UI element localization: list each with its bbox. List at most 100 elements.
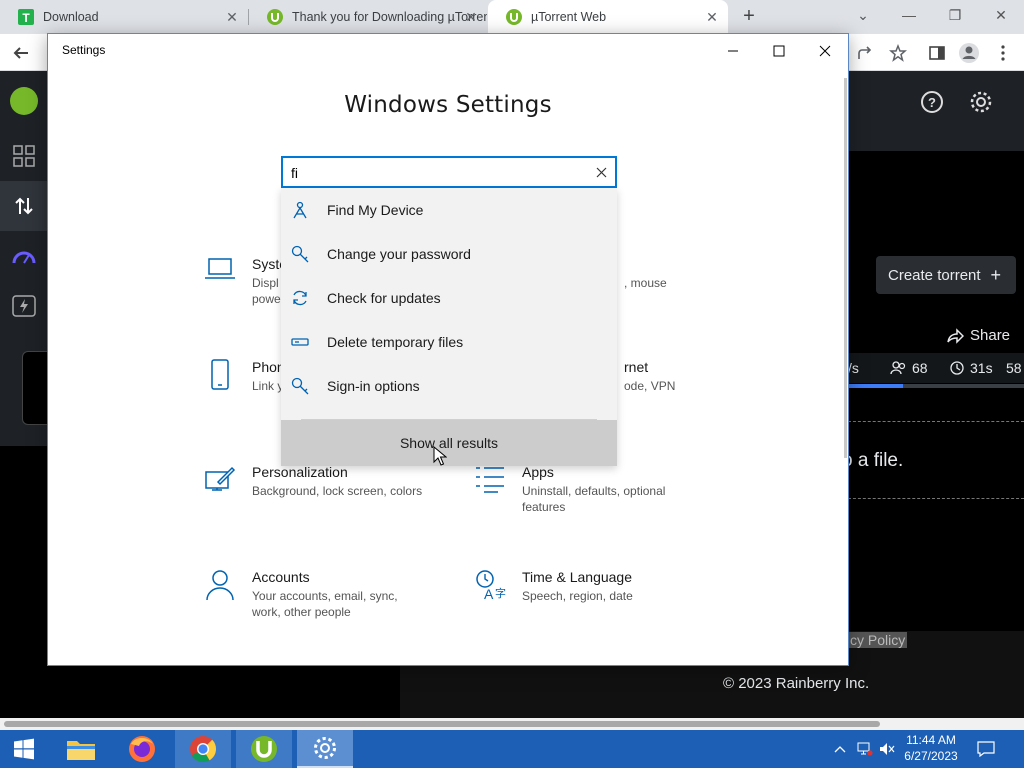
settings-window: Settings Windows Settings Syste Displ pow… xyxy=(47,33,849,666)
browser-menu-button[interactable] xyxy=(990,40,1016,66)
close-tab-icon[interactable]: ✕ xyxy=(704,9,720,25)
maximize-icon xyxy=(773,45,785,57)
utorrent-icon xyxy=(251,736,277,762)
sync-icon xyxy=(291,289,309,307)
profile-button[interactable] xyxy=(956,40,982,66)
tab-thank-you[interactable]: Thank you for Downloading µTorrent ✕ xyxy=(249,0,487,34)
avatar-icon xyxy=(959,43,979,63)
suggestion-sign-in-options[interactable]: Sign-in options xyxy=(281,364,617,408)
sidebar-item-speed[interactable] xyxy=(0,231,48,281)
search-suggestions-dropdown: Find My Device Change your password Chec… xyxy=(281,188,617,466)
sidebar-item-all[interactable] xyxy=(0,131,48,181)
torrent-stats-row: /s 68 31s 58 xyxy=(848,353,1024,383)
suggestion-delete-temp-files[interactable]: Delete temporary files xyxy=(281,320,617,364)
clock-time: 11:44 AM xyxy=(906,733,956,747)
arrow-left-icon xyxy=(13,47,28,59)
settings-scrollbar[interactable] xyxy=(844,78,847,458)
utorrent-sidebar xyxy=(0,71,48,446)
clock-date: 6/27/2023 xyxy=(904,749,958,763)
create-torrent-button[interactable]: Create torrent + xyxy=(876,256,1016,294)
apps-list-icon xyxy=(472,464,508,500)
close-tab-icon[interactable]: ✕ xyxy=(224,9,240,25)
plus-icon: + xyxy=(990,264,1002,285)
time-remaining: 31s xyxy=(970,360,993,376)
start-button[interactable] xyxy=(0,730,48,768)
settings-window-title: Settings xyxy=(62,43,106,57)
key-icon xyxy=(291,245,309,263)
taskbar-clock[interactable]: 11:44 AM 6/27/2023 xyxy=(890,732,972,764)
drop-zone-text: o a file. xyxy=(842,450,904,471)
bookmark-star-button[interactable] xyxy=(885,40,911,66)
download-favicon-icon: T xyxy=(18,9,34,25)
category-name: Time & Language xyxy=(522,569,632,585)
maximize-settings-button[interactable] xyxy=(756,36,802,66)
side-panel-icon xyxy=(929,46,945,60)
up-down-arrows-icon xyxy=(15,197,33,215)
share-label: Share xyxy=(970,327,1011,344)
find-device-icon xyxy=(291,201,309,219)
share-page-button[interactable] xyxy=(852,40,878,66)
chevron-up-icon xyxy=(834,746,846,753)
show-hidden-icons-button[interactable] xyxy=(832,730,848,768)
folder-icon xyxy=(67,741,95,760)
restore-browser-icon[interactable]: ❐ xyxy=(942,4,968,26)
suggestion-change-password[interactable]: Change your password xyxy=(281,232,617,276)
drop-zone-border-bottom xyxy=(848,498,1024,499)
sidebar-item-boost[interactable] xyxy=(0,281,48,331)
utorrent-logo-icon[interactable] xyxy=(0,76,48,126)
suggestion-label: Sign-in options xyxy=(327,378,420,394)
clear-search-button[interactable] xyxy=(593,164,609,180)
tab-download[interactable]: T Download ✕ xyxy=(0,0,248,34)
firefox-icon xyxy=(129,736,155,762)
taskbar-file-explorer[interactable] xyxy=(53,730,109,768)
svg-text:T: T xyxy=(22,11,30,25)
page-horizontal-scrollbar[interactable] xyxy=(0,718,1024,730)
extra-stat: 58 xyxy=(1006,360,1022,376)
drop-zone-border-top xyxy=(848,421,1024,422)
back-button[interactable] xyxy=(8,40,34,66)
close-tab-icon[interactable]: ✕ xyxy=(463,9,479,25)
category-description: Background, lock screen, colors xyxy=(252,484,423,498)
network-status-icon[interactable] xyxy=(856,730,874,768)
copyright-text: © 2023 Rainberry Inc. xyxy=(723,675,870,692)
notifications-button[interactable] xyxy=(976,730,996,768)
suggestion-label: Check for updates xyxy=(327,290,441,306)
taskbar-firefox[interactable] xyxy=(114,730,170,768)
category-description: Your accounts, email, sync, work, other … xyxy=(252,589,398,619)
minimize-icon xyxy=(728,50,738,52)
scrollbar-thumb[interactable] xyxy=(4,721,880,727)
suggestion-find-my-device[interactable]: Find My Device xyxy=(281,188,617,232)
search-input[interactable] xyxy=(291,162,571,184)
tab-utorrent-web[interactable]: µTorrent Web ✕ xyxy=(488,0,728,34)
mouse-cursor-icon xyxy=(433,445,448,466)
close-browser-icon[interactable]: ✕ xyxy=(988,4,1014,26)
sidebar-item-transfers[interactable] xyxy=(0,181,48,231)
minimize-browser-icon[interactable]: — xyxy=(896,4,922,26)
side-panel-button[interactable] xyxy=(924,40,950,66)
taskbar-chrome[interactable] xyxy=(175,730,231,768)
suggestion-check-updates[interactable]: Check for updates xyxy=(281,276,617,320)
share-button[interactable]: Share xyxy=(946,327,1010,344)
settings-search-box[interactable] xyxy=(281,156,617,188)
new-tab-button[interactable]: + xyxy=(738,5,760,29)
sidebar-promo-card[interactable] xyxy=(22,351,48,425)
category-name: Personalization xyxy=(252,464,348,480)
taskbar-settings[interactable] xyxy=(297,730,353,768)
taskbar-utorrent[interactable] xyxy=(236,730,292,768)
peers-count: 68 xyxy=(912,360,928,376)
minimize-settings-button[interactable] xyxy=(710,36,756,66)
show-all-results-button[interactable]: Show all results xyxy=(281,420,617,466)
close-icon xyxy=(596,167,606,177)
utorrent-favicon-icon xyxy=(267,9,283,25)
tab-search-chevron-icon[interactable]: ⌄ xyxy=(850,4,876,26)
speedometer-icon xyxy=(12,251,36,264)
category-name: Phon xyxy=(252,359,285,375)
storage-icon xyxy=(291,333,309,351)
gear-icon[interactable] xyxy=(969,90,993,119)
browser-tabstrip: T Download ✕ Thank you for Downloading µ… xyxy=(0,0,1024,34)
svg-text:A: A xyxy=(484,586,494,601)
privacy-policy-link[interactable]: cy Policy xyxy=(848,632,908,648)
close-settings-button[interactable] xyxy=(802,36,848,66)
help-icon[interactable]: ? xyxy=(920,90,944,119)
paint-brush-icon xyxy=(202,464,238,500)
